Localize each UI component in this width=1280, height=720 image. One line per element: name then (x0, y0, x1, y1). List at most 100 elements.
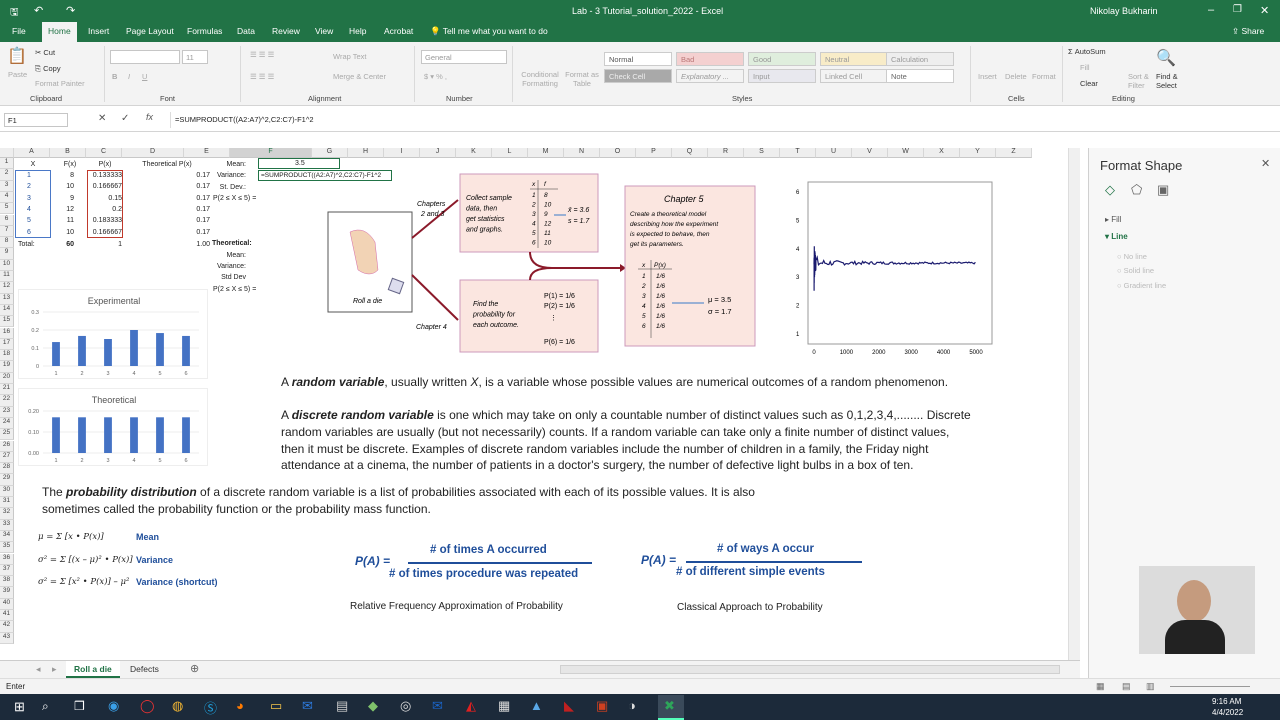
column-header-u[interactable]: U (816, 148, 852, 158)
tell-me-search[interactable]: 💡 Tell me what you want to do (430, 26, 548, 37)
column-header-q[interactable]: Q (672, 148, 708, 158)
tab-review[interactable]: Review (272, 26, 300, 36)
column-header-f[interactable]: F (230, 148, 312, 158)
tab-page-layout[interactable]: Page Layout (126, 26, 174, 36)
bold-button[interactable]: B (112, 72, 117, 81)
row-header-17[interactable]: 17 (0, 338, 14, 351)
column-header-o[interactable]: O (600, 148, 636, 158)
app-icon-3[interactable]: ◎ (400, 698, 411, 714)
table-cell[interactable]: 11 (52, 215, 74, 226)
experimental-chart[interactable]: Experimental 0.3 0.2 0.1 0 1 2 3 4 5 6 (18, 289, 208, 379)
zoom-slider[interactable] (1170, 686, 1250, 687)
font-size-box[interactable]: 11 (182, 50, 208, 64)
column-header-m[interactable]: M (528, 148, 564, 158)
solidworks-icon[interactable]: ◣ (564, 698, 574, 714)
column-header-p[interactable]: P (636, 148, 672, 158)
app-icon[interactable]: ▤ (336, 698, 348, 714)
font-name-box[interactable] (110, 50, 180, 64)
bar[interactable] (182, 335, 190, 366)
row-header-12[interactable]: 12 (0, 282, 14, 294)
header-theoretical[interactable]: Theoretical P(x) (134, 159, 200, 170)
bar[interactable] (156, 417, 164, 453)
row-header-15[interactable]: 15 (0, 316, 14, 328)
task-view-icon[interactable]: ❒ (74, 699, 85, 713)
no-line-option[interactable]: ○ No line (1117, 252, 1147, 261)
cell-f1-selected[interactable]: 3.5 (258, 158, 340, 169)
currency-icon[interactable]: $ ▾ % , (424, 72, 447, 81)
powerpoint-icon[interactable]: ▣ (596, 698, 608, 714)
sort-filter-button[interactable]: Sort & Filter (1128, 72, 1152, 90)
merge-center-button[interactable]: Merge & Center (333, 72, 386, 81)
restore-icon[interactable]: ❐ (1233, 4, 1242, 15)
row-header-13[interactable]: 13 (0, 293, 14, 305)
size-properties-icon[interactable]: ▣ (1157, 182, 1169, 198)
row-header-14[interactable]: 14 (0, 304, 14, 317)
bar[interactable] (182, 417, 190, 453)
row-header-24[interactable]: 24 (0, 417, 14, 430)
tab-data[interactable]: Data (237, 26, 255, 36)
search-icon[interactable]: ⌕ (42, 699, 49, 714)
delete-cells-button[interactable]: Delete (1005, 72, 1027, 81)
minimize-icon[interactable]: – (1208, 4, 1214, 16)
table-cell[interactable]: 0.17 (160, 181, 210, 192)
tab-view[interactable]: View (315, 26, 333, 36)
outlook-icon[interactable]: ✉ (432, 698, 443, 714)
column-header-r[interactable]: R (708, 148, 744, 158)
select-all-corner[interactable] (0, 148, 14, 158)
worksheet-grid[interactable]: ABCDEFGHIJKLMNOPQRSTUVWXYZ 1 2 3 4 5 6 7 8 9 10 11… (0, 148, 1080, 660)
format-as-table-button[interactable]: Format as Table (565, 70, 599, 88)
paste-button[interactable]: Paste (8, 70, 27, 79)
label-variance[interactable]: Variance: (206, 170, 246, 181)
close-icon[interactable]: ✕ (1260, 4, 1269, 17)
bar[interactable] (78, 335, 86, 366)
bar[interactable] (156, 333, 164, 366)
horizontal-scrollbar[interactable] (560, 665, 1060, 674)
fill-button[interactable]: Fill (1080, 63, 1090, 72)
row-header-25[interactable]: 25 (0, 429, 14, 441)
column-header-d[interactable]: D (122, 148, 184, 158)
row-header-35[interactable]: 35 (0, 542, 14, 554)
normal-view-icon[interactable]: ▦ (1096, 681, 1105, 692)
row-header-41[interactable]: 41 (0, 610, 14, 622)
sheet-tab-roll-a-die[interactable]: Roll a die (66, 661, 120, 678)
row-header-19[interactable]: 19 (0, 361, 14, 373)
tab-help[interactable]: Help (349, 26, 366, 36)
tab-acrobat[interactable]: Acrobat (384, 26, 413, 36)
bar[interactable] (104, 417, 112, 453)
row-header-29[interactable]: 29 (0, 474, 14, 486)
table-cell[interactable]: 0.17 (160, 227, 210, 238)
row-header-40[interactable]: 40 (0, 598, 14, 610)
find-select-button[interactable]: Find & Select (1156, 72, 1186, 90)
excel-icon[interactable]: ✖ (658, 695, 684, 720)
total-label[interactable]: Total: (18, 239, 35, 250)
bar[interactable] (52, 417, 60, 453)
row-header-21[interactable]: 21 (0, 384, 14, 396)
bar[interactable] (104, 339, 112, 366)
fill-line-icon[interactable]: ◇ (1105, 182, 1115, 198)
row-header-36[interactable]: 36 (0, 553, 14, 565)
row-header-34[interactable]: 34 (0, 530, 14, 543)
row-header-32[interactable]: 32 (0, 508, 14, 520)
row-header-6[interactable]: 6 (0, 214, 14, 226)
format-painter-button[interactable]: Format Painter (35, 79, 85, 88)
label-t-stdev[interactable]: Std Dev (206, 272, 246, 283)
formula-input[interactable]: =SUMPRODUCT((A2:A7)^2,C2:C7)-F1^2 (170, 112, 1270, 128)
style-bad[interactable]: Bad (676, 52, 744, 66)
row-header-8[interactable]: 8 (0, 237, 14, 249)
align-left-icon[interactable]: ☰ ☰ ☰ (250, 72, 274, 81)
row-header-11[interactable]: 11 (0, 271, 14, 283)
column-header-x[interactable]: X (924, 148, 960, 158)
column-header-k[interactable]: K (456, 148, 492, 158)
bar[interactable] (78, 417, 86, 453)
photos-icon[interactable]: ▲ (530, 698, 543, 713)
opera-icon[interactable]: ◯ (140, 698, 155, 714)
table-cell[interactable]: 10 (52, 181, 74, 192)
save-icon[interactable]: 🖫 (10, 5, 19, 22)
row-header-10[interactable]: 10 (0, 259, 14, 271)
chrome-icon[interactable]: ◍ (172, 698, 183, 714)
explorer-icon[interactable]: ▭ (270, 698, 282, 714)
app-icon-4[interactable]: ▦ (498, 698, 510, 714)
column-header-t[interactable]: T (780, 148, 816, 158)
tab-file[interactable]: File (12, 26, 26, 36)
header-fx[interactable]: F(x) (60, 159, 80, 170)
